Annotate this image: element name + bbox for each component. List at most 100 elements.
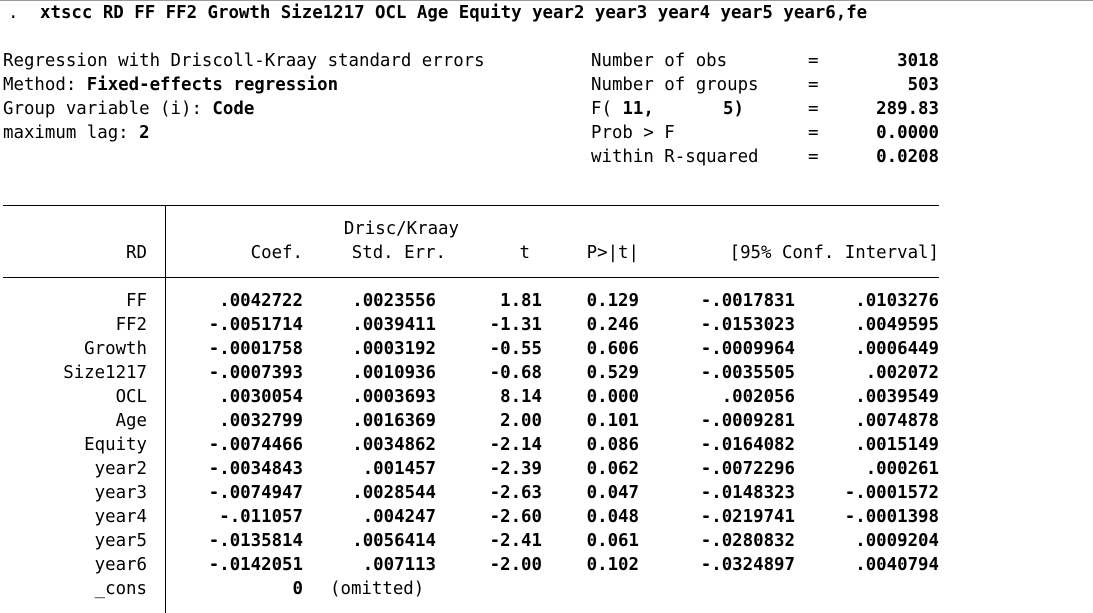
cell-ci-hi: .002072 <box>865 363 939 383</box>
stat-value-obs: 3018 <box>897 51 939 71</box>
cell-p: 0.129 <box>586 291 639 311</box>
stat-f-df2: 5) <box>723 99 744 119</box>
cell-t: -2.41 <box>489 531 542 551</box>
stat-eq: = <box>808 99 819 119</box>
cell-p: 0.062 <box>586 459 639 479</box>
cell-coef: -.0074947 <box>208 483 303 503</box>
cell-ci-lo: -.0072296 <box>700 459 795 479</box>
stat-label-prob: Prob > F <box>591 123 675 143</box>
stat-eq: = <box>808 147 819 167</box>
stat-label-groups: Number of groups <box>591 75 759 95</box>
header-coef: Coef. <box>250 243 303 263</box>
stat-value-f: 289.83 <box>876 99 939 119</box>
header-se: Std. Err. <box>351 243 446 263</box>
cell-ci-lo: -.0280832 <box>700 531 795 551</box>
cell-coef: -.011057 <box>219 507 303 527</box>
cell-ci-hi: .0049595 <box>855 315 939 335</box>
header-t: t <box>519 243 530 263</box>
cell-ci-hi: .0103276 <box>855 291 939 311</box>
depvar-label: RD <box>126 243 147 263</box>
cell-se: .0003693 <box>352 387 436 407</box>
cell-se: .0039411 <box>352 315 436 335</box>
cell-var: FF2 <box>115 315 147 335</box>
cell-coef: -.0007393 <box>208 363 303 383</box>
cell-ci-hi: .0039549 <box>855 387 939 407</box>
cell-ci-lo: -.0153023 <box>700 315 795 335</box>
cell-ci-lo: -.0035505 <box>700 363 795 383</box>
header-line-title: Regression with Driscoll-Kraay standard … <box>3 51 485 71</box>
cell-ci-lo: -.0324897 <box>700 555 795 575</box>
cell-ci-lo: -.0164082 <box>700 435 795 455</box>
cell-p: 0.086 <box>586 435 639 455</box>
cell-var: year3 <box>94 483 147 503</box>
stat-value-groups: 503 <box>907 75 939 95</box>
cell-se: .007113 <box>362 555 436 575</box>
cell-ci-hi: .000261 <box>865 459 939 479</box>
cell-coef: .0032799 <box>219 411 303 431</box>
command-text[interactable]: xtscc RD FF FF2 Growth Size1217 OCL Age … <box>40 3 867 23</box>
cell-t: 1.81 <box>500 291 542 311</box>
cell-ci-lo: -.0009964 <box>700 339 795 359</box>
cell-p: 0.061 <box>586 531 639 551</box>
cell-ci-hi: -.0001572 <box>844 483 939 503</box>
stat-label-r2: within R-squared <box>591 147 759 167</box>
header-se-top: Drisc/Kraay <box>343 219 459 239</box>
cell-se: .004247 <box>362 507 436 527</box>
cell-ci-lo: .002056 <box>721 387 795 407</box>
cell-t: -2.60 <box>489 507 542 527</box>
cell-ci-hi: .0040794 <box>855 555 939 575</box>
cell-se: .0016369 <box>352 411 436 431</box>
cell-var: Growth <box>84 339 147 359</box>
cell-t: -0.68 <box>489 363 542 383</box>
stat-label-f: F( 11, <box>591 99 654 119</box>
command-prompt: . <box>8 3 19 23</box>
cell-var: year4 <box>94 507 147 527</box>
window-top-border <box>0 0 1093 1</box>
cell-coef: -.0074466 <box>208 435 303 455</box>
stat-label-obs: Number of obs <box>591 51 728 71</box>
cell-var: Equity <box>84 435 147 455</box>
cell-t: -0.55 <box>489 339 542 359</box>
header-line-method: Method: Fixed-effects regression <box>3 75 339 95</box>
cell-p: 0.047 <box>586 483 639 503</box>
cell-coef: -.0142051 <box>208 555 303 575</box>
cell-se: .001457 <box>362 459 436 479</box>
header-ci: [95% Conf. Interval] <box>729 243 939 263</box>
cell-ci-lo: -.0017831 <box>700 291 795 311</box>
cell-ci-hi: .0015149 <box>855 435 939 455</box>
cell-ci-hi: .0074878 <box>855 411 939 431</box>
cell-se: .0028544 <box>352 483 436 503</box>
cell-ci-lo: -.0009281 <box>700 411 795 431</box>
cell-var: Size1217 <box>63 363 147 383</box>
cell-t: -2.39 <box>489 459 542 479</box>
cell-p: 0.000 <box>586 387 639 407</box>
cell-p: 0.246 <box>586 315 639 335</box>
cell-t: -2.14 <box>489 435 542 455</box>
cell-se: .0034862 <box>352 435 436 455</box>
table-header-rule <box>3 277 939 278</box>
cell-ci-lo: -.0219741 <box>700 507 795 527</box>
cell-ci-hi: -.0001398 <box>844 507 939 527</box>
cell-coef: -.0051714 <box>208 315 303 335</box>
table-top-rule <box>3 205 939 206</box>
cell-se: .0023556 <box>352 291 436 311</box>
cell-se: .0056414 <box>352 531 436 551</box>
stat-value-prob: 0.0000 <box>876 123 939 143</box>
stat-value-r2: 0.0208 <box>876 147 939 167</box>
cell-var: OCL <box>115 387 147 407</box>
cell-var: year5 <box>94 531 147 551</box>
header-line-lag: maximum lag: 2 <box>3 123 150 143</box>
header-line-group: Group variable (i): Code <box>3 99 255 119</box>
cell-coef: .0042722 <box>219 291 303 311</box>
cell-p: 0.048 <box>586 507 639 527</box>
cell-coef: -.0135814 <box>208 531 303 551</box>
cell-coef: -.0034843 <box>208 459 303 479</box>
cell-ci-hi: .0009204 <box>855 531 939 551</box>
cell-coef: .0030054 <box>219 387 303 407</box>
cell-t: 8.14 <box>500 387 542 407</box>
cell-t: -1.31 <box>489 315 542 335</box>
cell-t: -2.63 <box>489 483 542 503</box>
cell-p: 0.101 <box>586 411 639 431</box>
stat-eq: = <box>808 123 819 143</box>
cell-var: _cons <box>94 579 147 599</box>
